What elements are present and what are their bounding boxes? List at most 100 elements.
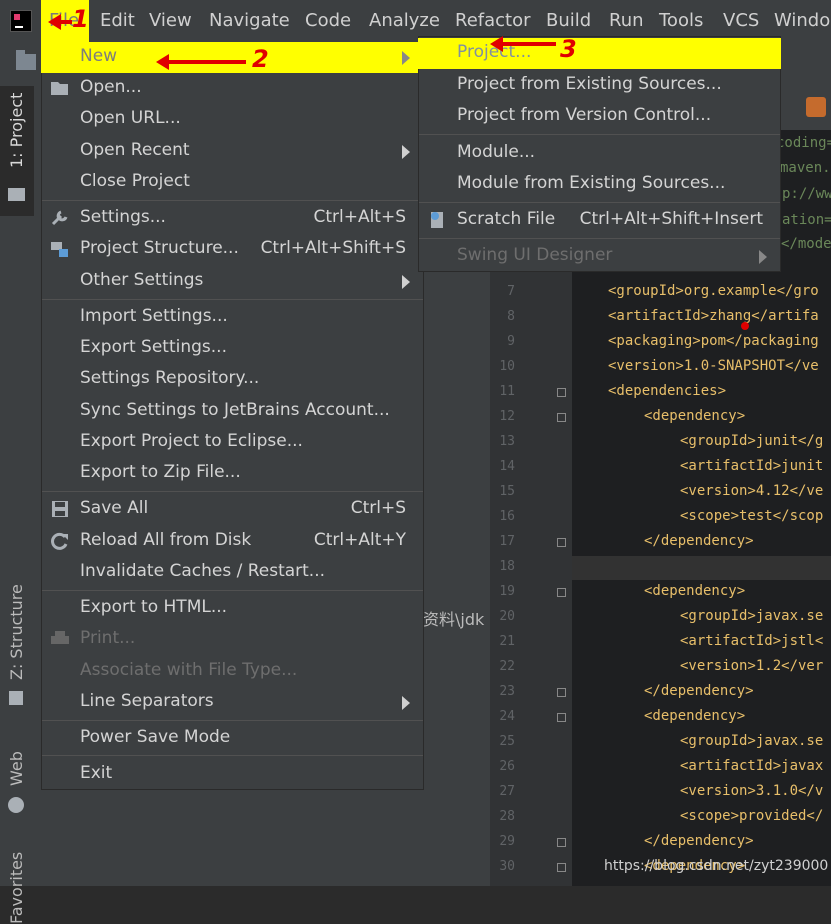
submenu-item-label: Scratch File	[457, 209, 556, 229]
line-number: 9	[507, 334, 515, 349]
fold-marker-icon[interactable]	[557, 388, 566, 397]
menu-item-print: Print...	[41, 624, 424, 655]
menu-separator	[42, 299, 423, 300]
submenu-item-swing-ui-designer: Swing UI Designer	[418, 241, 781, 272]
line-number: 27	[499, 784, 515, 799]
folder-icon[interactable]	[16, 50, 36, 70]
code-line: <scope>test</scop	[680, 508, 824, 524]
code-header-line: ation="	[782, 212, 831, 228]
line-number: 13	[499, 434, 515, 449]
menu-separator	[42, 200, 423, 201]
menu-item-export-settings[interactable]: Export Settings...	[41, 333, 424, 364]
menu-separator	[419, 134, 780, 135]
menu-item-other-settings[interactable]: Other Settings	[41, 266, 424, 297]
tab-structure-label: Z: Structure	[7, 584, 26, 680]
code-line: </dependency>	[644, 683, 754, 699]
submenu-item-scratch-file[interactable]: Scratch File Ctrl+Alt+Shift+Insert	[418, 205, 781, 236]
tab-project[interactable]: 1: Project	[0, 86, 34, 216]
menu-item-label: Export to HTML...	[80, 597, 228, 617]
annotation-label: 2	[252, 45, 269, 73]
menu-item-close-project[interactable]: Close Project	[41, 167, 424, 198]
menu-item-import-settings[interactable]: Import Settings...	[41, 302, 424, 333]
menu-item-label: Open Recent	[80, 140, 190, 160]
code-line: <artifactId>jstl<	[680, 633, 824, 649]
menu-analyze[interactable]: Analyze	[369, 10, 440, 31]
menu-item-invalidate-caches[interactable]: Invalidate Caches / Restart...	[41, 557, 424, 588]
fold-marker-icon[interactable]	[557, 863, 566, 872]
line-number: 21	[499, 634, 515, 649]
code-line: <version>4.12</ve	[680, 483, 824, 499]
fold-marker-icon[interactable]	[557, 688, 566, 697]
menu-item-open-url[interactable]: Open URL...	[41, 104, 424, 135]
menu-item-label: Close Project	[80, 171, 190, 191]
menu-item-line-separators[interactable]: Line Separators	[41, 687, 424, 718]
menu-item-label: Project Structure...	[80, 238, 239, 258]
line-number: 8	[507, 309, 515, 324]
menu-item-export-html[interactable]: Export to HTML...	[41, 593, 424, 624]
submenu-item-module[interactable]: Module...	[418, 138, 781, 169]
menu-item-save-all[interactable]: Save All Ctrl+S	[41, 494, 424, 525]
line-number: 10	[499, 359, 515, 374]
menu-build[interactable]: Build	[546, 10, 591, 31]
menu-item-export-zip[interactable]: Export to Zip File...	[41, 458, 424, 489]
menu-navigate[interactable]: Navigate	[209, 10, 290, 31]
submenu-arrow-icon	[402, 696, 410, 710]
menu-code[interactable]: Code	[305, 10, 351, 31]
menu-view[interactable]: View	[149, 10, 192, 31]
submenu-item-project[interactable]: Project...	[418, 38, 781, 69]
line-number: 11	[499, 384, 515, 399]
line-number: 17	[499, 534, 515, 549]
menu-run[interactable]: Run	[609, 10, 644, 31]
menu-item-export-eclipse[interactable]: Export Project to Eclipse...	[41, 427, 424, 458]
menu-item-settings[interactable]: Settings... Ctrl+Alt+S	[41, 203, 424, 234]
fold-marker-icon[interactable]	[557, 413, 566, 422]
reload-icon	[51, 532, 68, 550]
save-icon	[52, 501, 68, 517]
line-number: 19	[499, 584, 515, 599]
menu-item-label: Print...	[80, 628, 136, 648]
menu-item-power-save-mode[interactable]: Power Save Mode	[41, 723, 424, 754]
menu-separator	[42, 590, 423, 591]
menu-vcs[interactable]: VCS	[723, 10, 759, 31]
menu-item-label: Settings Repository...	[80, 368, 260, 388]
menu-item-reload-all[interactable]: Reload All from Disk Ctrl+Alt+Y	[41, 526, 424, 557]
code-line: <artifactId>junit	[680, 458, 824, 474]
line-number: 18	[499, 559, 515, 574]
menu-refactor[interactable]: Refactor	[455, 10, 531, 31]
project-path-fragment: 资料\jdk	[423, 610, 485, 629]
menu-item-new[interactable]: New	[41, 42, 424, 73]
menu-item-shortcut: Ctrl+Alt+S	[313, 207, 406, 227]
fold-marker-icon[interactable]	[557, 588, 566, 597]
left-tool-strip: 1: Project Z: Structure Web Favorites	[0, 86, 34, 924]
submenu-item-module-existing-sources[interactable]: Module from Existing Sources...	[418, 169, 781, 200]
open-folder-icon	[51, 82, 68, 95]
menu-separator	[42, 491, 423, 492]
menu-item-label: Invalidate Caches / Restart...	[80, 561, 326, 581]
tab-web[interactable]: Web	[0, 736, 34, 816]
code-line: <dependency>	[644, 708, 746, 724]
menu-edit[interactable]: Edit	[100, 10, 135, 31]
fold-marker-icon[interactable]	[557, 838, 566, 847]
menu-window[interactable]: Window	[774, 10, 831, 31]
menu-item-label: Other Settings	[80, 270, 204, 290]
menu-tools[interactable]: Tools	[659, 10, 703, 31]
tab-structure[interactable]: Z: Structure	[0, 584, 34, 716]
submenu-item-project-existing-sources[interactable]: Project from Existing Sources...	[418, 70, 781, 101]
fold-marker-icon[interactable]	[557, 713, 566, 722]
submenu-item-project-vcs[interactable]: Project from Version Control...	[418, 101, 781, 132]
menu-item-open-recent[interactable]: Open Recent	[41, 136, 424, 167]
code-line: <dependency>	[644, 583, 746, 599]
line-number: 26	[499, 759, 515, 774]
menu-item-sync-settings[interactable]: Sync Settings to JetBrains Account...	[41, 396, 424, 427]
menu-item-open[interactable]: Open...	[41, 73, 424, 104]
annotation-arrow	[48, 14, 72, 30]
project-folder-icon	[8, 188, 25, 201]
menu-item-exit[interactable]: Exit	[41, 759, 424, 790]
submenu-arrow-icon	[402, 275, 410, 289]
fold-marker-icon[interactable]	[557, 538, 566, 547]
menu-separator	[419, 238, 780, 239]
maven-file-icon[interactable]	[806, 97, 826, 117]
menu-item-settings-repository[interactable]: Settings Repository...	[41, 364, 424, 395]
menu-item-project-structure[interactable]: Project Structure... Ctrl+Alt+Shift+S	[41, 234, 424, 265]
tab-favorites[interactable]: Favorites	[0, 836, 34, 924]
